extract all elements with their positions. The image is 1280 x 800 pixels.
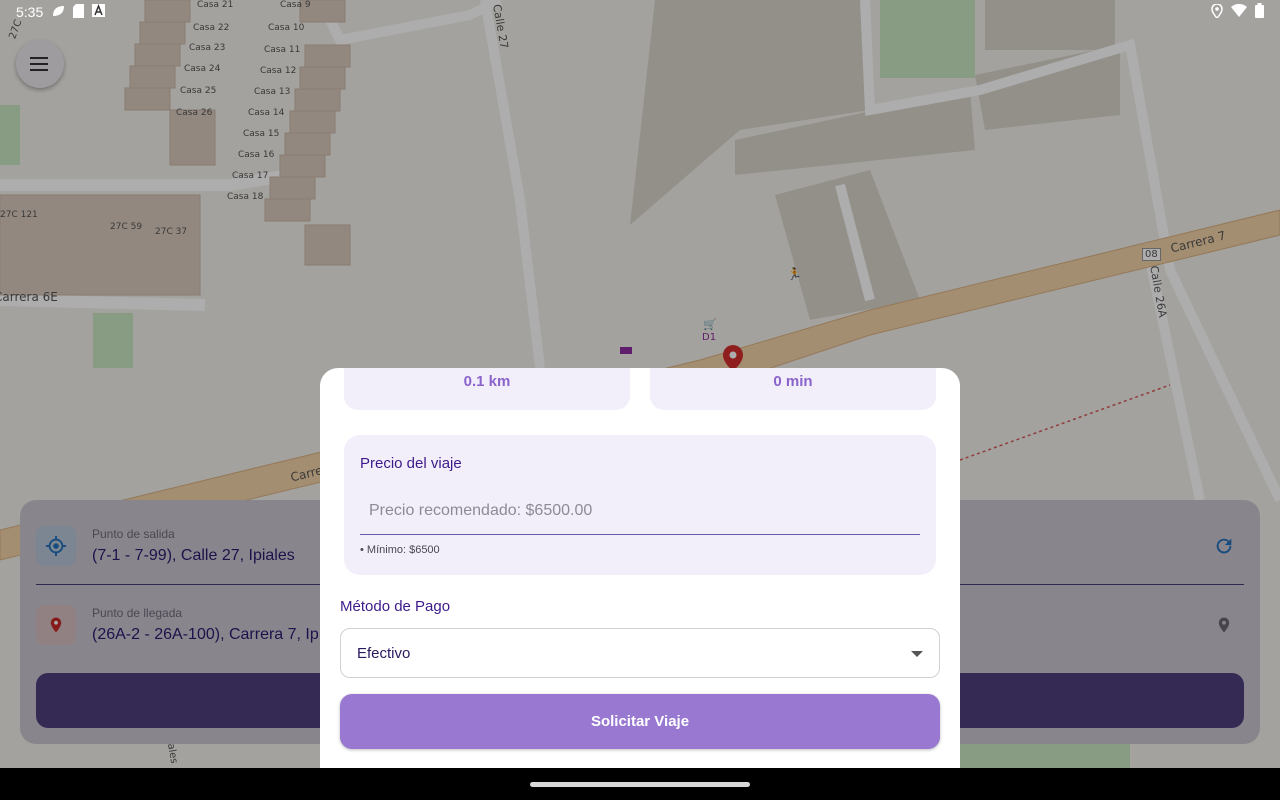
price-hint: • Mínimo: $6500 [360, 544, 440, 556]
request-trip-button[interactable]: Solicitar Viaje [340, 694, 940, 749]
status-time: 5:35 [16, 4, 44, 20]
duration-value: 0 min [773, 373, 813, 390]
distance-box: 0.1 km [344, 368, 630, 410]
a-notification-icon [92, 3, 106, 20]
battery-icon [1255, 3, 1264, 21]
payment-label: Método de Pago [340, 598, 451, 615]
price-title: Precio del viaje [360, 455, 462, 472]
duration-box: 0 min [650, 368, 936, 410]
dropdown-arrow-icon [911, 645, 923, 662]
payment-method-select[interactable]: Efectivo [340, 628, 940, 678]
request-trip-label: Solicitar Viaje [590, 713, 690, 730]
trip-request-sheet: 0.1 km 0 min Precio del viaje Precio rec… [320, 368, 960, 768]
home-gesture-handle[interactable] [530, 782, 750, 787]
status-bar: 5:35 [0, 0, 1280, 24]
wifi-icon [1231, 3, 1247, 20]
distance-value: 0.1 km [463, 373, 511, 390]
location-icon [1211, 2, 1223, 21]
price-card: Precio del viaje Precio recomendado: $65… [344, 435, 936, 575]
sd-card-icon [73, 3, 85, 21]
payment-selected-value: Efectivo [357, 644, 411, 662]
price-input[interactable]: Precio recomendado: $6500.00 [360, 487, 920, 535]
price-placeholder: Precio recomendado: $6500.00 [369, 501, 593, 519]
leaf-icon [51, 4, 65, 21]
